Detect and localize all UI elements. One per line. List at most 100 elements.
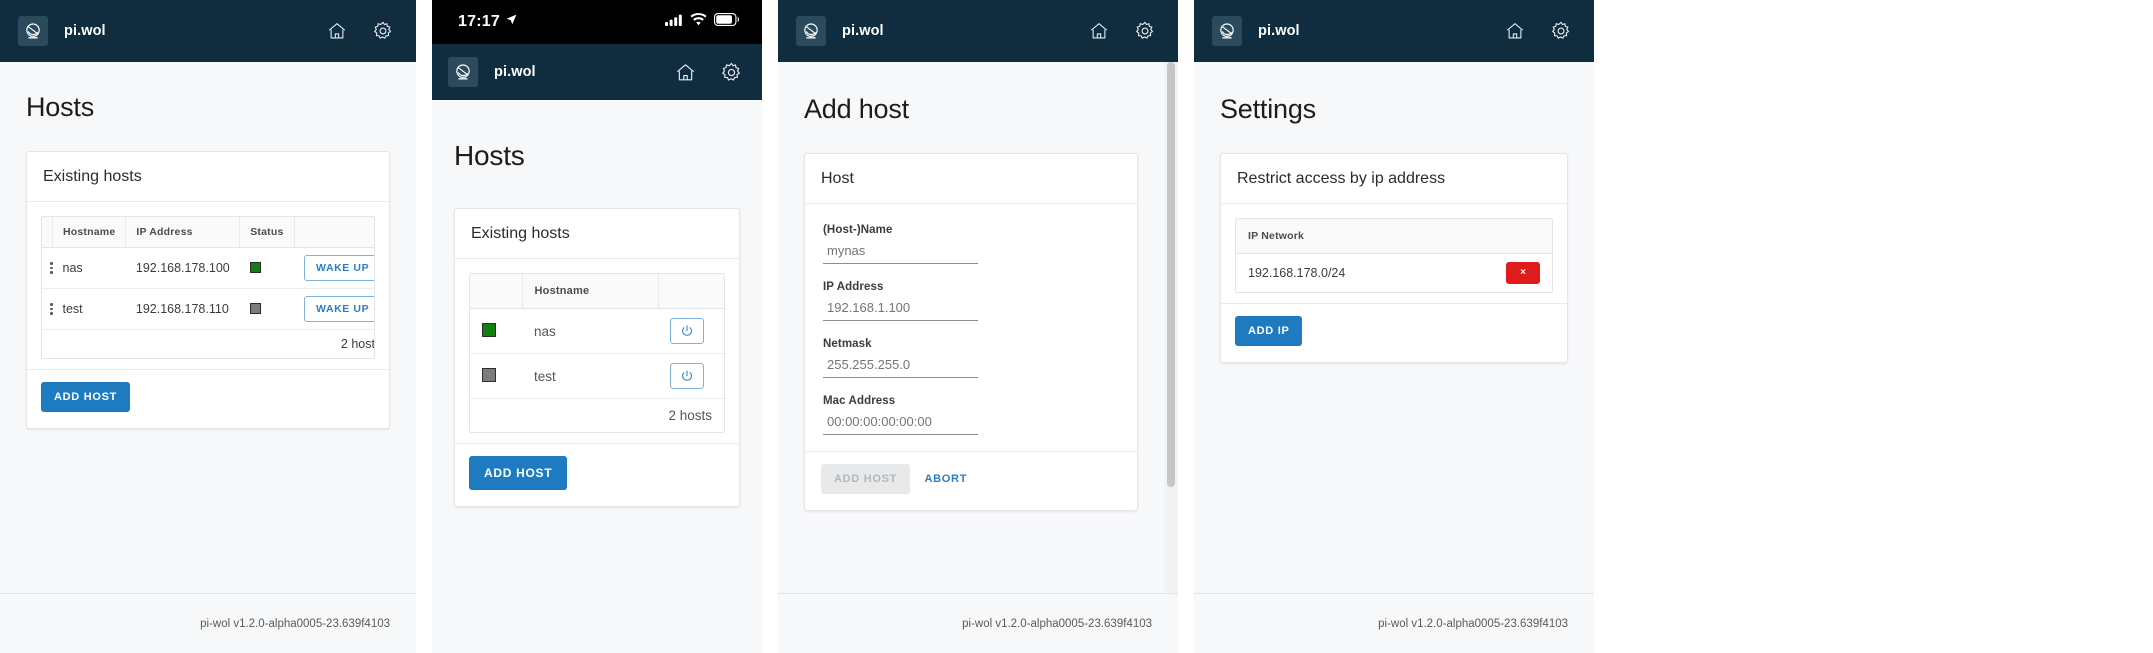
- card-footer: ADD HOST: [27, 369, 389, 428]
- table-footer-row: 2 hosts: [42, 329, 374, 358]
- cell-delete: ×: [1492, 253, 1552, 292]
- cell-hostname: test: [522, 353, 658, 399]
- card-footer: ADD IP: [1221, 303, 1567, 362]
- field-label: Mac Address: [823, 395, 896, 407]
- cell-ip: 192.168.178.110: [125, 288, 240, 330]
- ip-network-table: IP Network 192.168.178.0/24 ×: [1236, 219, 1552, 292]
- card-title: Existing hosts: [27, 152, 389, 202]
- field-mac-address: Mac Address: [823, 395, 1119, 435]
- app-bar: pi.wol: [1194, 0, 1594, 62]
- kebab-menu-icon[interactable]: [50, 262, 53, 274]
- col-ip-network: IP Network: [1236, 219, 1552, 254]
- host-form-card: Host (Host-)Name IP Address Netmask: [804, 153, 1138, 511]
- col-ip: IP Address: [125, 217, 241, 248]
- cell-hostname: nas: [522, 308, 658, 354]
- page-title: Hosts: [454, 140, 525, 171]
- abort-button[interactable]: ABORT: [915, 464, 978, 494]
- home-icon[interactable]: [1084, 16, 1114, 46]
- page-body: Hosts Existing hosts Hostname IP Address…: [0, 62, 416, 429]
- table-row: nas 192.168.178.100 WAKE UP: [42, 247, 374, 289]
- hostname-input[interactable]: [823, 240, 978, 264]
- status-badge-offline: [249, 303, 261, 314]
- page-title: Add host: [804, 94, 909, 124]
- panel-hosts-mobile: 17:17 pi.wol Hosts Existing hosts Hostna…: [432, 0, 762, 653]
- app-title: pi.wol: [1258, 23, 1300, 39]
- globe-arrow-icon[interactable]: [18, 16, 48, 46]
- gear-icon[interactable]: [1130, 16, 1160, 46]
- delete-ip-button[interactable]: ×: [1506, 262, 1540, 284]
- power-icon[interactable]: [670, 363, 704, 389]
- add-ip-button[interactable]: ADD IP: [1235, 316, 1303, 346]
- version-text: pi-wol v1.2.0-alpha0005-23.639f4103: [200, 617, 390, 630]
- hosts-table: Hostname IP Address Status nas 192.168.1…: [42, 217, 374, 358]
- col-status: Status: [239, 217, 295, 248]
- cell-status: [470, 353, 522, 399]
- hosts-table: Hostname nas test 2 hosts: [470, 274, 724, 432]
- cell-status: [239, 288, 295, 330]
- table-header-row: Hostname: [470, 274, 724, 309]
- cell-status: [470, 308, 522, 354]
- globe-arrow-icon[interactable]: [1212, 16, 1242, 46]
- page-title: Hosts: [26, 92, 95, 122]
- card-title: Existing hosts: [455, 209, 739, 259]
- wake-up-button[interactable]: WAKE UP: [304, 255, 374, 281]
- card-footer: ADD HOST ABORT: [805, 451, 1137, 510]
- card-footer: ADD HOST: [455, 443, 739, 506]
- host-count: 2 hosts: [42, 329, 374, 358]
- add-host-button[interactable]: ADD HOST: [469, 456, 568, 490]
- cell-action: WAKE UP: [294, 247, 374, 289]
- ios-status-bar: 17:17: [432, 0, 762, 44]
- gear-icon[interactable]: [368, 16, 398, 46]
- app-bar: pi.wol: [778, 0, 1178, 62]
- page-title: Settings: [1220, 94, 1316, 124]
- col-action: [658, 274, 724, 309]
- app-bar: pi.wol: [0, 0, 416, 62]
- globe-arrow-icon[interactable]: [448, 57, 478, 87]
- table-row: test: [470, 353, 724, 399]
- page-body: Add host Host (Host-)Name IP Address Net…: [778, 62, 1178, 511]
- screenshot-collage: pi.wol Hosts Existing hosts Hostname IP …: [0, 0, 2153, 653]
- add-host-button[interactable]: ADD HOST: [41, 382, 131, 412]
- panel-gap: [416, 0, 432, 653]
- home-icon[interactable]: [322, 16, 352, 46]
- table-footer-row: 2 hosts: [470, 398, 724, 432]
- app-title: pi.wol: [494, 64, 536, 80]
- row-menu-cell[interactable]: [42, 247, 53, 289]
- kebab-menu-icon[interactable]: [50, 303, 53, 315]
- power-icon[interactable]: [670, 318, 704, 344]
- netmask-input[interactable]: [823, 354, 978, 378]
- field-label: Netmask: [823, 338, 872, 350]
- cell-action: [658, 353, 724, 399]
- status-time: 17:17: [458, 13, 500, 30]
- cell-action: WAKE UP: [294, 288, 374, 330]
- home-icon[interactable]: [670, 57, 700, 87]
- home-icon[interactable]: [1500, 16, 1530, 46]
- card-body: (Host-)Name IP Address Netmask Mac Addre…: [805, 204, 1137, 451]
- field-netmask: Netmask: [823, 338, 1119, 378]
- add-host-submit-button[interactable]: ADD HOST: [821, 464, 911, 494]
- field-hostname: (Host-)Name: [823, 224, 1119, 264]
- page-body: Hosts Existing hosts Hostname nas test 2…: [432, 100, 762, 507]
- col-status: [470, 274, 523, 309]
- wake-up-button[interactable]: WAKE UP: [304, 296, 374, 322]
- field-label: IP Address: [823, 281, 884, 293]
- field-label: (Host-)Name: [823, 224, 893, 236]
- hosts-table-wrapper: Hostname IP Address Status nas 192.168.1…: [41, 216, 375, 359]
- wifi-icon: [690, 13, 707, 31]
- globe-arrow-icon[interactable]: [796, 16, 826, 46]
- status-icons: [665, 13, 740, 31]
- restrict-access-card: Restrict access by ip address IP Network: [1220, 153, 1568, 363]
- gear-icon[interactable]: [1546, 16, 1576, 46]
- gear-icon[interactable]: [716, 57, 746, 87]
- app-bar: pi.wol: [432, 44, 762, 100]
- ip-address-input[interactable]: [823, 297, 978, 321]
- card-body: Hostname IP Address Status nas 192.168.1…: [27, 202, 389, 369]
- cell-hostname: test: [52, 288, 126, 330]
- mac-address-input[interactable]: [823, 411, 978, 435]
- table-header-row: Hostname IP Address Status: [42, 217, 374, 248]
- status-badge-offline: [482, 368, 496, 382]
- card-title: Host: [805, 154, 1137, 204]
- row-menu-cell[interactable]: [42, 288, 53, 330]
- col-hostname: Hostname: [52, 217, 127, 248]
- card-body: Hostname nas test 2 hosts: [455, 259, 739, 443]
